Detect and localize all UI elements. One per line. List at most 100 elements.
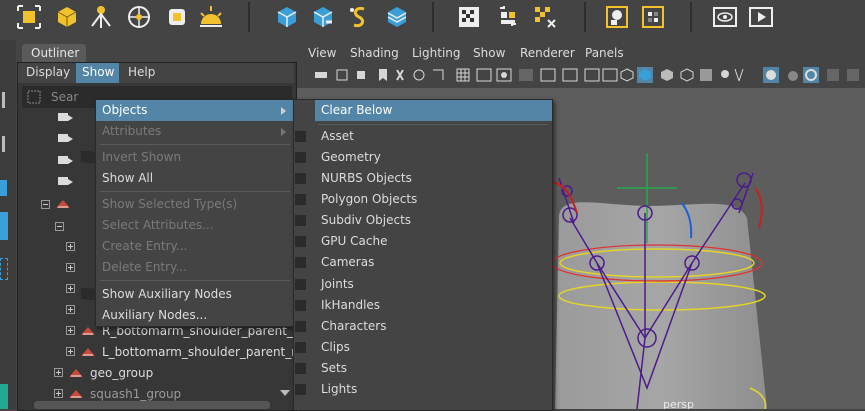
viewport-menu-view[interactable]: View xyxy=(308,46,336,60)
invert-shown-checkbox[interactable] xyxy=(81,151,92,162)
checkbox-icon[interactable] xyxy=(295,173,306,184)
checkbox-icon[interactable] xyxy=(295,194,306,205)
outliner-tab[interactable]: Outliner xyxy=(22,44,86,62)
scroll-down-icon[interactable] xyxy=(280,390,290,396)
expand-toggle-icon[interactable] xyxy=(54,389,63,398)
checkbox-icon[interactable] xyxy=(295,152,306,163)
checkbox-icon[interactable] xyxy=(295,257,306,268)
construction-history-icon[interactable] xyxy=(456,4,482,30)
menu-item-label: Characters xyxy=(321,319,387,333)
tool-icon[interactable] xyxy=(0,212,8,240)
viewport-toolbar-icons[interactable] xyxy=(297,66,865,84)
submenu-item-cameras[interactable]: Cameras xyxy=(295,252,552,273)
menu-item-invert-shown[interactable]: Invert Shown xyxy=(85,147,294,168)
menu-item-select-attributes[interactable]: Select Attributes... xyxy=(96,215,294,236)
menu-show[interactable]: Show xyxy=(82,65,114,79)
select-by-object-icon[interactable] xyxy=(54,4,80,30)
tool-icon[interactable] xyxy=(2,92,5,108)
menu-help[interactable]: Help xyxy=(128,65,155,79)
shelf-separator xyxy=(584,2,586,32)
expand-toggle-icon[interactable] xyxy=(66,263,75,272)
camera-icon xyxy=(58,134,73,142)
submenu-item-polygon-objects[interactable]: Polygon Objects xyxy=(295,189,552,210)
playblast-icon[interactable] xyxy=(712,4,738,30)
snap-to-grid-icon[interactable] xyxy=(126,4,152,30)
show-auxiliary-nodes-checkbox[interactable] xyxy=(81,288,92,299)
checkbox-icon[interactable] xyxy=(295,300,306,311)
ipr-render-icon[interactable] xyxy=(532,4,558,30)
expand-toggle-icon[interactable] xyxy=(66,347,75,356)
menu-item-label: Joints xyxy=(321,277,354,291)
menu-item-label: Create Entry... xyxy=(102,239,188,253)
render-current-frame-icon[interactable] xyxy=(496,4,522,30)
collapse-toggle-icon[interactable] xyxy=(41,200,50,209)
viewport-menu-renderer[interactable]: Renderer xyxy=(520,46,575,60)
search-input[interactable]: Sear xyxy=(51,90,78,104)
submenu-item-clips[interactable]: Clips xyxy=(295,337,552,358)
checkbox-icon[interactable] xyxy=(295,342,306,353)
menu-item-delete-entry[interactable]: Delete Entry... xyxy=(96,257,294,278)
menu-item-objects[interactable]: Objects xyxy=(96,100,294,121)
play-animation-icon[interactable] xyxy=(748,4,774,30)
expand-toggle-icon[interactable] xyxy=(66,326,75,335)
submenu-item-clear-below[interactable]: Clear Below xyxy=(315,100,552,121)
menu-item-show-all[interactable]: Show All xyxy=(96,168,294,189)
menu-item-label: Clips xyxy=(321,340,350,354)
tool-icon[interactable] xyxy=(0,180,7,196)
snap-to-view-plane-icon[interactable] xyxy=(274,4,300,30)
submenu-item-asset[interactable]: Asset xyxy=(295,126,552,147)
menu-item-auxiliary-nodes[interactable]: Auxiliary Nodes... xyxy=(96,305,294,326)
symmetry-icon[interactable] xyxy=(346,4,372,30)
submenu-item-geometry[interactable]: Geometry xyxy=(295,147,552,168)
select-by-hierarchy-icon[interactable] xyxy=(16,4,42,30)
menu-item-show-auxiliary-nodes[interactable]: Show Auxiliary Nodes xyxy=(85,284,294,305)
viewport-menu-lighting[interactable]: Lighting xyxy=(412,46,461,60)
tool-strip xyxy=(0,40,16,409)
transform-node-icon xyxy=(81,348,95,356)
xray-icon[interactable] xyxy=(384,4,410,30)
menu-item-create-entry[interactable]: Create Entry... xyxy=(96,236,294,257)
checkbox-icon[interactable] xyxy=(295,236,306,247)
expand-toggle-icon[interactable] xyxy=(66,284,75,293)
make-live-icon[interactable] xyxy=(310,4,336,30)
submenu-item-lights[interactable]: Lights xyxy=(295,379,552,400)
viewport-menu-shading[interactable]: Shading xyxy=(350,46,399,60)
submenu-item-gpu-cache[interactable]: GPU Cache xyxy=(295,231,552,252)
checkbox-icon[interactable] xyxy=(295,215,306,226)
viewport-menu-panels[interactable]: Panels xyxy=(585,46,624,60)
menu-display[interactable]: Display xyxy=(26,65,70,79)
hypershade-icon[interactable] xyxy=(640,4,666,30)
expand-toggle-icon[interactable] xyxy=(54,368,63,377)
tool-icon[interactable] xyxy=(0,258,8,280)
expand-toggle-icon[interactable] xyxy=(66,305,75,314)
submenu-item-nurbs-objects[interactable]: NURBS Objects xyxy=(295,168,552,189)
menu-item-label: Asset xyxy=(321,129,354,143)
tool-icon[interactable] xyxy=(0,384,8,409)
select-by-component-icon[interactable] xyxy=(88,4,114,30)
menu-item-show-selected-types[interactable]: Show Selected Type(s) xyxy=(96,194,294,215)
snap-to-curve-icon[interactable] xyxy=(164,4,190,30)
menu-item-attributes[interactable]: Attributes xyxy=(96,121,294,142)
submenu-item-sets[interactable]: Sets xyxy=(295,358,552,379)
outliner-tree-item[interactable]: L_bottomarm_shoulder_parent_r xyxy=(30,343,296,363)
checkbox-icon[interactable] xyxy=(295,384,306,395)
checkbox-icon[interactable] xyxy=(295,363,306,374)
submenu-item-joints[interactable]: Joints xyxy=(295,274,552,295)
checkbox-icon[interactable] xyxy=(295,279,306,290)
expand-toggle-icon[interactable] xyxy=(66,242,75,251)
checkbox-icon[interactable] xyxy=(295,321,306,332)
checkbox-icon[interactable] xyxy=(295,131,306,142)
outliner-tree-item[interactable]: geo_group xyxy=(30,364,292,384)
tool-icon[interactable] xyxy=(2,136,5,152)
horizontal-scrollbar[interactable] xyxy=(34,401,270,409)
menu-item-label: Show Selected Type(s) xyxy=(102,197,238,211)
viewport-menu-show[interactable]: Show xyxy=(473,46,505,60)
submenu-item-subdiv-objects[interactable]: Subdiv Objects xyxy=(295,210,552,231)
submenu-item-ikhandles[interactable]: IkHandles xyxy=(295,295,552,316)
submenu-item-characters[interactable]: Characters xyxy=(295,316,552,337)
search-options-icon[interactable] xyxy=(26,89,42,105)
render-settings-icon[interactable] xyxy=(604,4,630,30)
snap-to-point-icon[interactable] xyxy=(198,4,224,30)
collapse-toggle-icon[interactable] xyxy=(55,222,64,231)
shelf-separator xyxy=(690,2,692,32)
